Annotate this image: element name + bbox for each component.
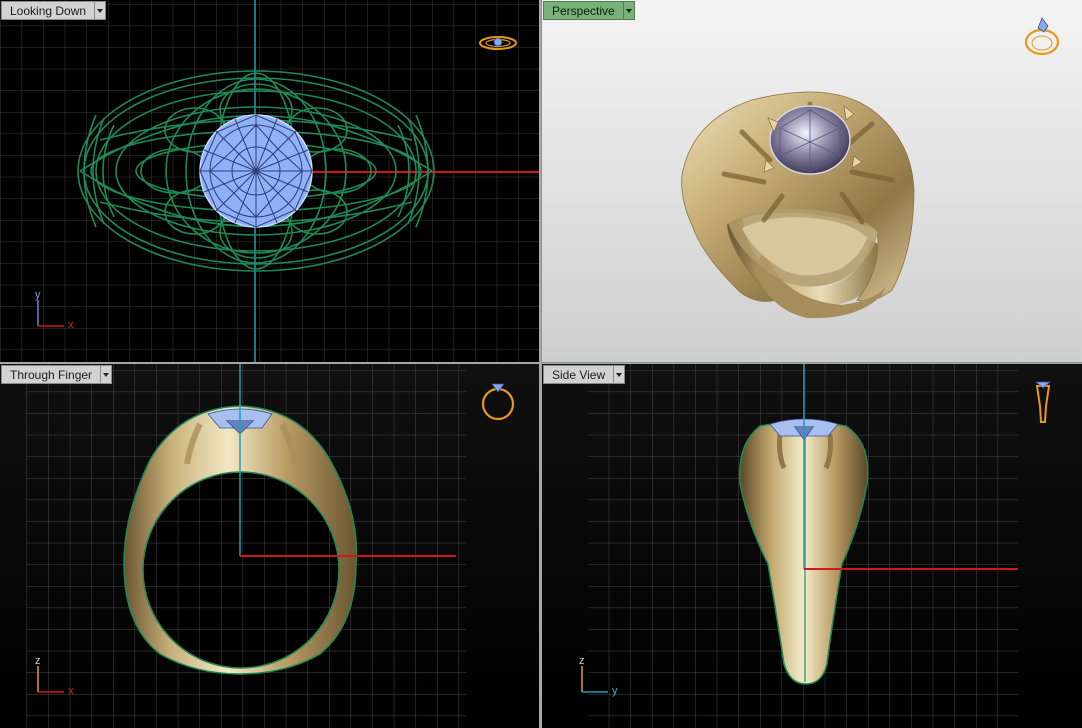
axis-label-vertical: y (35, 289, 41, 301)
axis-label-horizontal: x (68, 685, 74, 697)
chevron-down-icon[interactable] (94, 1, 107, 20)
axis-label-horizontal: y (612, 685, 618, 697)
viewport-label-through-finger[interactable]: Through Finger (1, 365, 113, 384)
viewport-label-looking-down[interactable]: Looking Down (1, 1, 107, 20)
axis-label-horizontal: x (68, 319, 74, 331)
axis-label-vertical: z (579, 655, 585, 667)
viewport-name[interactable]: Through Finger (1, 365, 101, 384)
through-finger-scene[interactable]: z x (0, 364, 539, 728)
viewport-label-side-view[interactable]: Side View (543, 365, 626, 384)
viewport-name[interactable]: Perspective (543, 1, 623, 20)
chevron-down-icon[interactable] (622, 1, 635, 20)
viewport-through-finger[interactable]: z x Through Finger (0, 364, 539, 728)
chevron-down-icon[interactable] (100, 365, 113, 384)
side-view-scene[interactable]: z y (542, 364, 1082, 728)
looking-down-scene[interactable]: y x (0, 0, 539, 362)
chevron-down-icon[interactable] (613, 365, 626, 384)
viewport-label-perspective[interactable]: Perspective (543, 1, 635, 20)
viewport-perspective[interactable]: Perspective (541, 0, 1082, 363)
ring-top-view-icon[interactable] (476, 28, 520, 58)
cad-app: y x Looking Down Perspective z x Through… (0, 0, 1082, 728)
viewport-looking-down[interactable]: y x Looking Down (0, 0, 539, 362)
viewport-side-view[interactable]: z y Side View (542, 364, 1082, 728)
ring-side-view-icon[interactable] (1028, 372, 1058, 430)
ring-perspective-icon[interactable] (1020, 14, 1064, 60)
viewport-name[interactable]: Looking Down (1, 1, 95, 20)
viewport-name[interactable]: Side View (543, 365, 614, 384)
ring-front-view-icon[interactable] (478, 372, 518, 424)
axis-label-vertical: z (35, 655, 41, 667)
perspective-scene[interactable] (542, 0, 1082, 362)
stone-wireframe (199, 114, 313, 228)
